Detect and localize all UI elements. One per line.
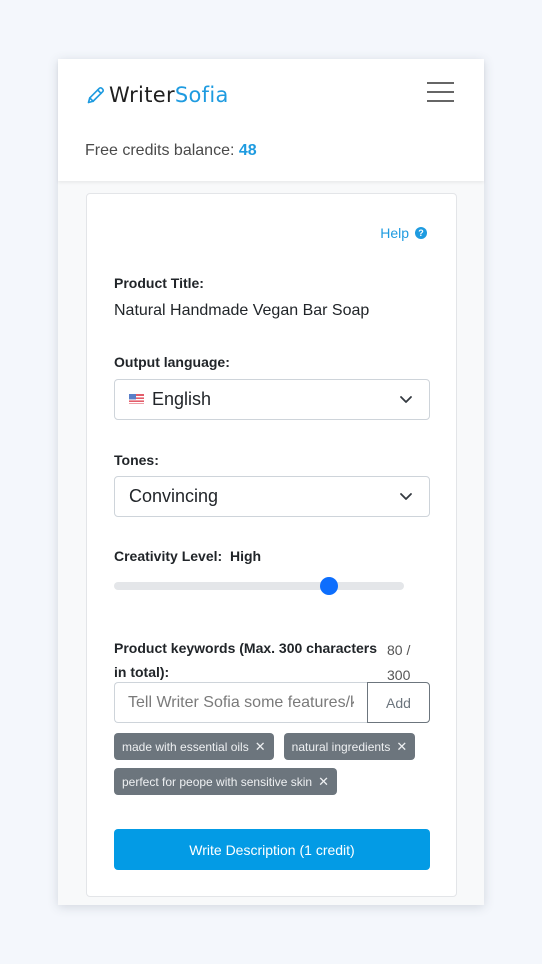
product-keywords-label: Product keywords (Max. 300 characters in… [114,640,378,680]
credits-balance: Free credits balance: 48 [85,142,257,160]
keyword-tag: made with essential oils ✕ [114,733,274,760]
hamburger-menu-icon[interactable] [427,82,455,104]
creativity-level-label: Creativity Level: High [114,548,261,564]
creativity-label-text: Creativity Level: [114,548,223,564]
creativity-slider[interactable] [114,577,404,595]
chevron-down-icon [400,493,412,500]
keyword-tag-label: made with essential oils [122,739,249,754]
pencil-icon [87,86,105,104]
logo-text-sofia: Sofia [174,83,229,107]
product-title-value: Natural Handmade Vegan Bar Soap [114,302,370,319]
chevron-down-icon [400,396,412,403]
help-link[interactable]: Help ? [380,225,427,241]
write-description-button[interactable]: Write Description (1 credit) [114,829,430,870]
remove-tag-icon[interactable]: ✕ [318,774,329,790]
keyword-tag: perfect for peope with sensitive skin ✕ [114,768,338,795]
us-flag-icon [129,393,144,404]
keyword-input[interactable] [114,682,367,723]
keyword-tag-label: perfect for peope with sensitive skin [122,774,313,789]
keyword-tag-label: natural ingredients [291,739,391,754]
creativity-level-value: High [229,548,262,564]
output-language-value: English [152,389,212,409]
add-keyword-button[interactable]: Add [367,682,430,723]
logo[interactable]: WriterSofia [86,81,229,109]
slider-thumb[interactable] [319,577,338,595]
keyword-input-group: Add [114,682,430,723]
header: WriterSofia Free credits balance: 48 [58,59,484,181]
output-language-label: Output language: [114,354,230,370]
remove-tag-icon[interactable]: ✕ [396,739,407,755]
output-language-select[interactable]: English [114,379,430,420]
keywords-count-current: 80 / [387,642,411,658]
logo-text-writer: Writer [109,83,175,107]
description-form-card: Help ? Product Title: Natural Handmade V… [86,193,457,897]
tones-select[interactable]: Convincing [114,476,430,517]
tones-label: Tones: [114,452,159,468]
credits-value: 48 [238,142,257,159]
keyword-tags: made with essential oils ✕ natural ingre… [114,733,434,803]
keywords-character-count: 80 / 300 [387,638,417,688]
question-circle-icon: ? [415,227,427,239]
app-frame: WriterSofia Free credits balance: 48 Hel… [58,59,484,905]
product-title-label: Product Title: [114,275,204,291]
keyword-tag: natural ingredients ✕ [283,733,416,760]
tones-value: Convincing [129,486,219,506]
remove-tag-icon[interactable]: ✕ [255,739,266,755]
credits-label: Free credits balance: [85,142,235,159]
help-label: Help [380,225,409,241]
